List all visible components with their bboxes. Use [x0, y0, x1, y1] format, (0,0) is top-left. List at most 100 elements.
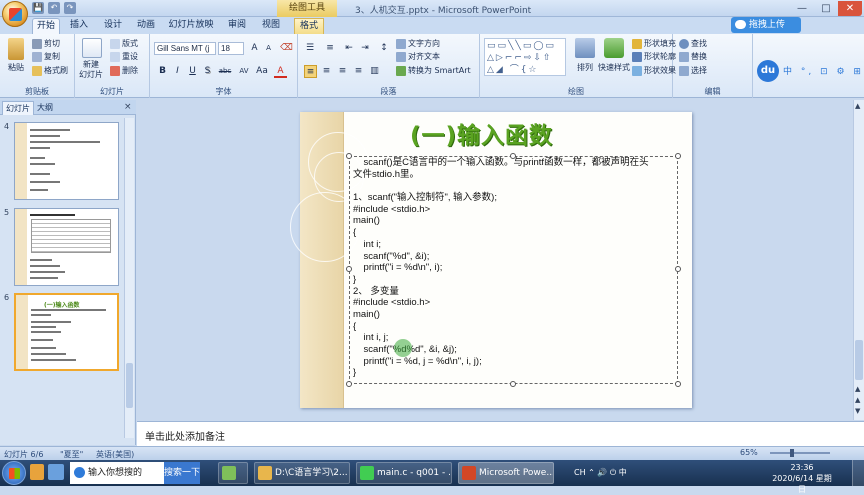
resize-handle[interactable] — [675, 153, 681, 159]
italic-button[interactable]: I — [171, 65, 184, 78]
paste-button[interactable]: 粘贴 — [8, 62, 24, 73]
tab-outline[interactable]: 大纲 — [34, 101, 56, 115]
zoom-level[interactable]: 65% — [740, 448, 758, 457]
scrollbar-thumb[interactable] — [126, 363, 133, 408]
slide-thumbnail-6[interactable]: (一)输入函数 — [14, 293, 119, 371]
panel-close-icon[interactable]: × — [124, 102, 132, 112]
taskbar-app-explorer[interactable]: D:\C语言学习\2... — [254, 462, 350, 484]
undo-icon[interactable]: ↶ — [48, 2, 60, 14]
start-button[interactable] — [2, 461, 26, 485]
ime-toolbar[interactable]: 中 °, ⊡ ⚙ ⊞ — [783, 64, 864, 77]
tab-review[interactable]: 审阅 — [224, 18, 250, 34]
bold-button[interactable]: B — [156, 65, 169, 78]
arrange-button[interactable]: 排列 — [577, 62, 593, 73]
reset-button[interactable]: 重设 — [110, 51, 138, 62]
office-button[interactable] — [2, 1, 28, 27]
notes-placeholder[interactable]: 单击此处添加备注 — [145, 428, 225, 443]
resize-handle[interactable] — [346, 153, 352, 159]
select-button[interactable]: 选择 — [679, 65, 707, 76]
change-case-button[interactable]: Aa — [254, 65, 270, 78]
minimize-button[interactable]: — — [790, 1, 814, 16]
delete-slide-button[interactable]: 删除 — [110, 65, 138, 76]
resize-handle[interactable] — [675, 266, 681, 272]
slide-title[interactable]: (一)输入函数 — [410, 116, 553, 150]
justify-icon[interactable]: ≡ — [352, 65, 365, 78]
decrease-indent-icon[interactable]: ⇤ — [342, 42, 356, 55]
quick-styles-button[interactable]: 快速样式 — [598, 62, 630, 73]
shrink-font-icon[interactable]: A — [262, 42, 275, 55]
tab-insert[interactable]: 插入 — [66, 18, 92, 34]
shadow-button[interactable]: S — [201, 65, 214, 78]
redo-icon[interactable]: ↷ — [64, 2, 76, 14]
tab-view[interactable]: 视图 — [258, 18, 284, 34]
next-slide-icon[interactable]: ▼ — [855, 407, 860, 415]
show-desktop-button[interactable] — [852, 460, 864, 486]
taskbar-search-button[interactable]: 搜索一下 — [164, 462, 200, 484]
maximize-button[interactable]: □ — [814, 1, 838, 16]
text-direction-button[interactable]: 文字方向 — [396, 38, 440, 49]
scroll-up-icon[interactable]: ▲ — [855, 102, 860, 110]
tab-format[interactable]: 格式 — [294, 18, 324, 34]
file-explorer-icon[interactable] — [30, 464, 44, 480]
save-icon[interactable]: 💾 — [32, 2, 44, 14]
close-button[interactable]: ✕ — [838, 1, 862, 16]
notes-pane[interactable] — [137, 421, 864, 446]
replace-button[interactable]: 替换 — [679, 51, 707, 62]
align-left-icon[interactable]: ≡ — [304, 65, 317, 78]
char-spacing-button[interactable]: AV — [236, 65, 252, 78]
shapes-gallery[interactable]: ▭▭╲╲▭◯▭ △▷⌐⌐⇨⇩⇧ △◢ ⌒{☆ — [484, 38, 566, 76]
font-color-button[interactable]: A — [274, 65, 287, 78]
line-spacing-icon[interactable]: ↕ — [376, 42, 392, 55]
taskbar-app-powerpoint[interactable]: Microsoft Powe... — [458, 462, 554, 484]
increase-indent-icon[interactable]: ⇥ — [358, 42, 372, 55]
language-indicator[interactable]: 英语(美国) — [96, 449, 134, 460]
slide-thumbnail-5[interactable] — [14, 208, 119, 286]
baidu-ime-logo[interactable]: du — [757, 60, 779, 82]
system-tray[interactable]: CH ⌃ 🔊 ⏻ 中 — [574, 462, 627, 484]
prev-slide-icon[interactable]: ▲ — [855, 396, 860, 404]
zoom-slider[interactable] — [770, 449, 830, 457]
cut-button[interactable]: 剪切 — [32, 38, 60, 49]
resize-handle[interactable] — [510, 381, 516, 387]
grow-font-icon[interactable]: A — [248, 42, 261, 55]
copy-button[interactable]: 复制 — [32, 51, 60, 62]
slide-thumbnail-4[interactable] — [14, 122, 119, 200]
taskbar-app-editor[interactable] — [218, 462, 248, 484]
align-right-icon[interactable]: ≡ — [336, 65, 349, 78]
tab-home[interactable]: 开始 — [32, 18, 60, 34]
new-slide-button[interactable]: 新建 幻灯片 — [79, 60, 103, 80]
zoom-slider-knob[interactable] — [790, 449, 794, 457]
numbering-icon[interactable]: ≡ — [322, 42, 338, 55]
smartart-button[interactable]: 转换为 SmartArt — [396, 65, 471, 76]
baidu-upload-button[interactable]: 拖拽上传 — [731, 17, 801, 33]
editor-scrollbar[interactable]: ▲ ▲ ▲ ▼ — [853, 100, 864, 420]
find-button[interactable]: 查找 — [679, 38, 707, 49]
tab-animations[interactable]: 动画 — [133, 18, 159, 34]
resize-handle[interactable] — [346, 381, 352, 387]
align-text-button[interactable]: 对齐文本 — [396, 51, 440, 62]
resize-handle[interactable] — [346, 266, 352, 272]
font-name-combo[interactable]: Gill Sans MT (j — [154, 42, 216, 55]
font-size-combo[interactable]: 18 — [218, 42, 244, 55]
resize-handle[interactable] — [675, 381, 681, 387]
format-painter-button[interactable]: 格式刷 — [32, 65, 68, 76]
tab-design[interactable]: 设计 — [100, 18, 126, 34]
pinned-app-icon[interactable] — [48, 464, 64, 480]
underline-button[interactable]: U — [186, 65, 199, 78]
columns-icon[interactable]: ▥ — [368, 65, 381, 78]
bullets-icon[interactable]: ☰ — [302, 42, 318, 55]
tab-slides[interactable]: 幻灯片 — [2, 101, 34, 115]
taskbar-app-qt[interactable]: main.c - q001 - ... — [356, 462, 452, 484]
tab-slideshow[interactable]: 幻灯片放映 — [168, 18, 214, 34]
shape-effects-button[interactable]: 形状效果 — [632, 65, 676, 76]
taskbar-clock[interactable]: 23:36 2020/6/14 星期日 — [770, 462, 834, 495]
clear-format-icon[interactable]: ⌫ — [280, 42, 293, 55]
shape-fill-button[interactable]: 形状填充 — [632, 38, 676, 49]
strikethrough-button[interactable]: abc — [216, 65, 234, 78]
scrollbar-thumb[interactable] — [855, 340, 863, 380]
shape-outline-button[interactable]: 形状轮廓 — [632, 51, 676, 62]
layout-button[interactable]: 版式 — [110, 38, 138, 49]
align-center-icon[interactable]: ≡ — [320, 65, 333, 78]
panel-scrollbar[interactable] — [124, 118, 134, 438]
scroll-down-icon[interactable]: ▲ — [855, 385, 860, 393]
